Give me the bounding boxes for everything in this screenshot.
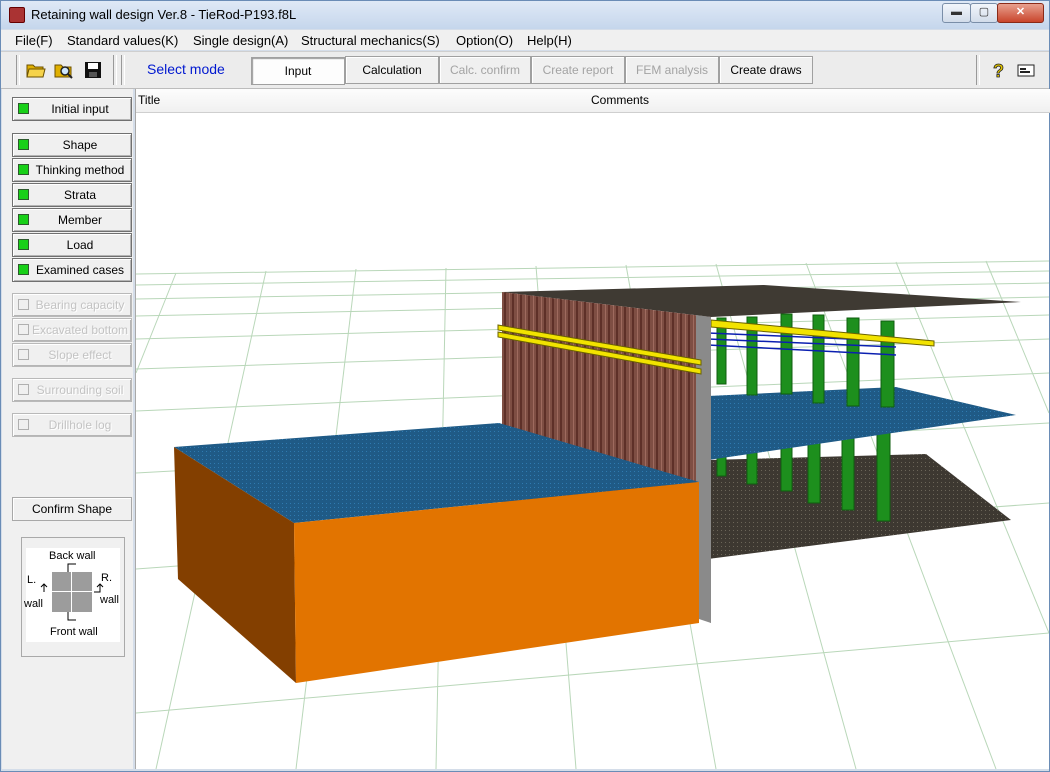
status-lamp-icon bbox=[18, 103, 29, 114]
menu-bar: File(F) Standard values(K) Single design… bbox=[1, 30, 1049, 50]
app-icon bbox=[9, 7, 25, 23]
status-lamp-icon bbox=[18, 164, 29, 175]
menu-structural-mechanics[interactable]: Structural mechanics(S) bbox=[301, 33, 440, 48]
window-title: Retaining wall design Ver.8 - TieRod-P19… bbox=[31, 7, 297, 22]
status-lamp-icon bbox=[18, 324, 29, 335]
status-lamp-icon bbox=[18, 419, 29, 430]
menu-file[interactable]: File(F) bbox=[15, 33, 53, 48]
toolbar-separator bbox=[16, 55, 20, 85]
right-wall-label: R. bbox=[101, 572, 112, 584]
sidebar-item-strata[interactable]: Strata bbox=[12, 183, 132, 207]
close-button[interactable]: ✕ bbox=[997, 3, 1044, 23]
status-lamp-icon bbox=[18, 189, 29, 200]
sidebar: Initial input Shape Thinking method Stra… bbox=[2, 89, 133, 769]
status-lamp-icon bbox=[18, 264, 29, 275]
menu-help[interactable]: Help(H) bbox=[527, 33, 572, 48]
status-lamp-icon bbox=[18, 239, 29, 250]
svg-text:?: ? bbox=[993, 61, 1004, 80]
back-wall-label: Back wall bbox=[49, 550, 96, 562]
maximize-button[interactable]: ▢ bbox=[970, 3, 998, 23]
middle-water-layer bbox=[708, 387, 1016, 460]
status-lamp-icon bbox=[18, 349, 29, 360]
toolbar-separator bbox=[121, 55, 125, 85]
sidebar-item-excavated-bottom[interactable]: Excavated bottom bbox=[12, 318, 132, 342]
main-content: Title Comments bbox=[135, 89, 1050, 769]
mode-calc-confirm-button[interactable]: Calc. confirm bbox=[439, 56, 531, 84]
right-wall-label: wall bbox=[100, 594, 119, 606]
diagram-canvas: Back wall Front wall L. wall R. wall bbox=[24, 548, 120, 642]
sidebar-item-bearing-capacity[interactable]: Bearing capacity bbox=[12, 293, 132, 317]
sidebar-item-initial-input[interactable]: Initial input bbox=[12, 97, 132, 121]
mode-create-draws-button[interactable]: Create draws bbox=[719, 56, 813, 84]
front-wall-label: Front wall bbox=[50, 626, 98, 638]
mode-calculation-button[interactable]: Calculation bbox=[345, 56, 439, 84]
left-wall-label: L. bbox=[27, 574, 37, 586]
column-header-title[interactable]: Title bbox=[136, 89, 591, 113]
menu-option[interactable]: Option(O) bbox=[456, 33, 513, 48]
title-bar: Retaining wall design Ver.8 - TieRod-P19… bbox=[1, 1, 1049, 29]
search-folder-icon[interactable] bbox=[54, 60, 74, 80]
column-header-comments[interactable]: Comments bbox=[590, 89, 1050, 113]
sidebar-item-examined-cases[interactable]: Examined cases bbox=[12, 258, 132, 282]
toolbar-separator bbox=[976, 55, 980, 85]
settings-icon[interactable] bbox=[1016, 60, 1036, 80]
wall-orientation-diagram: Back wall Front wall L. wall R. wall bbox=[21, 537, 125, 657]
status-lamp-icon bbox=[18, 214, 29, 225]
sidebar-item-thinking-method[interactable]: Thinking method bbox=[12, 158, 132, 182]
sidebar-item-shape[interactable]: Shape bbox=[12, 133, 132, 157]
left-wall-label: wall bbox=[24, 598, 43, 610]
select-mode-label: Select mode bbox=[147, 61, 225, 77]
menu-single-design[interactable]: Single design(A) bbox=[193, 33, 288, 48]
sidebar-item-surrounding-soil[interactable]: Surrounding soil bbox=[12, 378, 132, 402]
sidebar-item-slope-effect[interactable]: Slope effect bbox=[12, 343, 132, 367]
menu-standard-values[interactable]: Standard values(K) bbox=[67, 33, 178, 48]
toolbar: Select mode Input Calculation Calc. conf… bbox=[1, 51, 1049, 89]
status-lamp-icon bbox=[18, 139, 29, 150]
sidebar-item-load[interactable]: Load bbox=[12, 233, 132, 257]
mode-fem-analysis-button[interactable]: FEM analysis bbox=[625, 56, 719, 84]
open-folder-icon[interactable] bbox=[26, 60, 46, 80]
app-window: Retaining wall design Ver.8 - TieRod-P19… bbox=[0, 0, 1050, 772]
save-icon[interactable] bbox=[83, 60, 103, 80]
status-lamp-icon bbox=[18, 299, 29, 310]
mode-create-report-button[interactable]: Create report bbox=[531, 56, 625, 84]
sidebar-item-member[interactable]: Member bbox=[12, 208, 132, 232]
minimize-button[interactable]: ▬ bbox=[942, 3, 971, 23]
sidebar-item-drillhole-log[interactable]: Drillhole log bbox=[12, 413, 132, 437]
mode-input-button[interactable]: Input bbox=[251, 57, 345, 85]
confirm-shape-button[interactable]: Confirm Shape bbox=[12, 497, 132, 521]
3d-model-view[interactable] bbox=[136, 113, 1049, 769]
toolbar-separator bbox=[113, 55, 117, 85]
help-icon[interactable]: ? bbox=[988, 60, 1008, 80]
status-lamp-icon bbox=[18, 384, 29, 395]
